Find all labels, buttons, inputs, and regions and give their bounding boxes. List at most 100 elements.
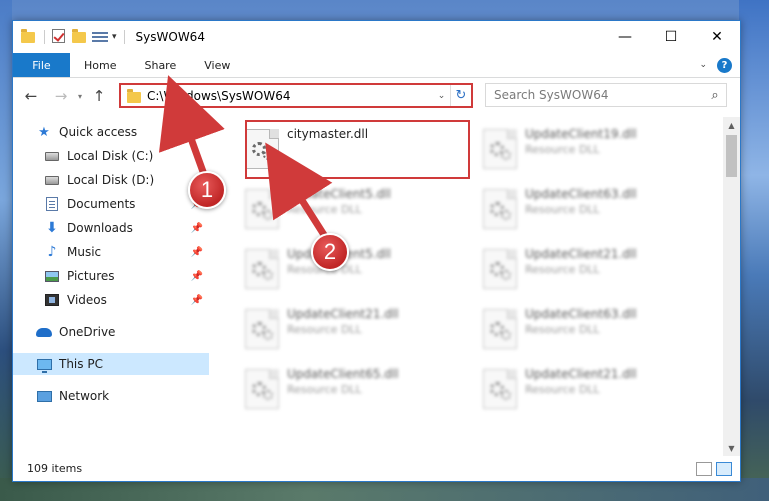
file-highlight-box <box>245 120 470 179</box>
details-view-icon[interactable] <box>696 461 712 476</box>
dll-file-icon <box>483 369 517 409</box>
videos-icon <box>43 292 61 308</box>
dll-file-icon <box>245 189 279 229</box>
large-icons-view-icon[interactable] <box>716 461 732 476</box>
quick-access-dropdown-icon[interactable]: ▾ <box>112 32 117 42</box>
file-item[interactable]: UpdateClient63.dll Resource DLL <box>477 183 702 239</box>
toolbar-separator <box>44 30 45 44</box>
dll-file-icon <box>483 309 517 349</box>
pictures-icon <box>43 268 61 284</box>
recent-locations-dropdown-icon[interactable]: ▾ <box>73 92 87 101</box>
scrollbar-thumb[interactable] <box>726 135 737 177</box>
refresh-icon[interactable]: ↻ <box>451 88 471 103</box>
sidebar-item-downloads[interactable]: ⬇ Downloads 📌 <box>13 217 209 239</box>
dll-file-icon <box>245 309 279 349</box>
file-item[interactable]: UpdateClient19.dll Resource DLL <box>477 123 702 179</box>
file-type: Resource DLL <box>287 323 362 336</box>
tab-share[interactable]: Share <box>130 53 190 77</box>
this-pc-icon <box>35 356 53 373</box>
file-explorer-window: ▾ SysWOW64 — ☐ ✕ File Home Share View ⌄ … <box>12 20 741 482</box>
status-bar: 109 items <box>13 456 740 481</box>
file-list: citymaster.dll UpdateClient5.dll Resourc… <box>219 117 725 457</box>
file-item[interactable]: UpdateClient65.dll Resource DLL <box>239 363 464 419</box>
sidebar-item-local-disk-d[interactable]: Local Disk (D:) <box>13 169 209 191</box>
dll-file-icon <box>483 189 517 229</box>
file-name: UpdateClient5.dll <box>287 187 391 201</box>
maximize-button[interactable]: ☐ <box>648 21 694 53</box>
sidebar-item-label: Pictures <box>67 269 115 283</box>
file-item[interactable]: UpdateClient5.dll Resource DLL <box>239 243 464 299</box>
back-arrow-icon[interactable]: ← <box>19 84 43 108</box>
sidebar-item-onedrive[interactable]: OneDrive <box>13 321 209 343</box>
address-bar[interactable]: C:\Windows\SysWOW64 ⌄ ↻ <box>119 83 473 108</box>
new-folder-icon[interactable] <box>72 29 88 45</box>
address-path[interactable]: C:\Windows\SysWOW64 <box>147 89 433 103</box>
dll-file-icon <box>483 249 517 289</box>
close-button[interactable]: ✕ <box>694 21 740 53</box>
file-type: Resource DLL <box>525 323 600 336</box>
pin-icon: 📌 <box>190 294 203 306</box>
desktop-wallpaper-right <box>739 0 769 501</box>
sidebar-item-videos[interactable]: Videos 📌 <box>13 289 209 311</box>
search-icon[interactable]: ⌕ <box>704 88 726 103</box>
file-name: UpdateClient63.dll <box>525 307 637 321</box>
dll-file-icon <box>245 369 279 409</box>
address-dropdown-icon[interactable]: ⌄ <box>433 85 451 106</box>
file-name: UpdateClient21.dll <box>525 367 637 381</box>
window-title: SysWOW64 <box>135 30 205 44</box>
sidebar-item-local-disk-c[interactable]: Local Disk (C:) <box>13 145 209 167</box>
step-2-badge: 2 <box>311 233 349 271</box>
view-switcher <box>696 461 740 476</box>
sidebar-item-network[interactable]: Network <box>13 385 209 407</box>
file-type: Resource DLL <box>525 263 600 276</box>
scroll-up-icon[interactable]: ▲ <box>723 117 740 134</box>
search-placeholder: Search SysWOW64 <box>494 88 609 102</box>
pin-icon: 📌 <box>190 246 203 258</box>
file-item[interactable]: UpdateClient21.dll Resource DLL <box>239 303 464 359</box>
file-type: Resource DLL <box>525 203 600 216</box>
ribbon-right-controls: ⌄ ? <box>699 53 740 77</box>
customize-icon[interactable] <box>92 30 108 44</box>
pin-icon: 📌 <box>190 222 203 234</box>
navigation-pane: ★ Quick access Local Disk (C:) Local Dis… <box>13 117 209 457</box>
dll-file-icon <box>245 249 279 289</box>
search-input[interactable]: Search SysWOW64 ⌕ <box>485 83 727 107</box>
forward-arrow-icon[interactable]: → <box>49 84 73 108</box>
vertical-scrollbar[interactable]: ▲ ▼ <box>723 117 740 457</box>
tab-home[interactable]: Home <box>70 53 130 77</box>
sidebar-item-label: Music <box>67 245 102 259</box>
ribbon-tabs: File Home Share View ⌄ ? <box>13 53 740 78</box>
sidebar-item-pictures[interactable]: Pictures 📌 <box>13 265 209 287</box>
up-arrow-icon[interactable]: ↑ <box>87 84 111 108</box>
tab-view[interactable]: View <box>190 53 244 77</box>
properties-check-icon[interactable] <box>52 29 68 45</box>
sidebar-item-label: Local Disk (C:) <box>67 149 154 163</box>
file-name: UpdateClient63.dll <box>525 187 637 201</box>
file-item[interactable]: UpdateClient63.dll Resource DLL <box>477 303 702 359</box>
file-item[interactable]: UpdateClient5.dll Resource DLL <box>239 183 464 239</box>
title-bar: ▾ SysWOW64 — ☐ ✕ <box>13 21 740 53</box>
expand-ribbon-icon[interactable]: ⌄ <box>699 60 707 70</box>
file-type: Resource DLL <box>525 143 600 156</box>
file-name: UpdateClient19.dll <box>525 127 637 141</box>
scroll-down-icon[interactable]: ▼ <box>723 440 740 457</box>
file-type: Resource DLL <box>287 203 362 216</box>
sidebar-item-label: Quick access <box>59 125 138 139</box>
item-count: 109 items <box>27 462 83 475</box>
sidebar-item-this-pc[interactable]: This PC <box>13 353 209 375</box>
help-icon[interactable]: ? <box>717 57 732 73</box>
tab-file[interactable]: File <box>13 53 70 77</box>
file-name: UpdateClient21.dll <box>525 247 637 261</box>
file-name: UpdateClient65.dll <box>287 367 399 381</box>
file-item[interactable]: UpdateClient21.dll Resource DLL <box>477 363 702 419</box>
sidebar-item-documents[interactable]: Documents 📌 <box>13 193 209 215</box>
folder-icon <box>127 88 141 103</box>
sidebar-item-music[interactable]: ♪ Music 📌 <box>13 241 209 263</box>
minimize-button[interactable]: — <box>602 21 648 53</box>
onedrive-icon <box>35 324 53 340</box>
network-icon <box>35 388 53 404</box>
sidebar-item-label: Local Disk (D:) <box>67 173 155 187</box>
file-item[interactable]: UpdateClient21.dll Resource DLL <box>477 243 702 299</box>
file-type: Resource DLL <box>525 383 600 396</box>
sidebar-item-quick-access[interactable]: ★ Quick access <box>13 121 209 143</box>
